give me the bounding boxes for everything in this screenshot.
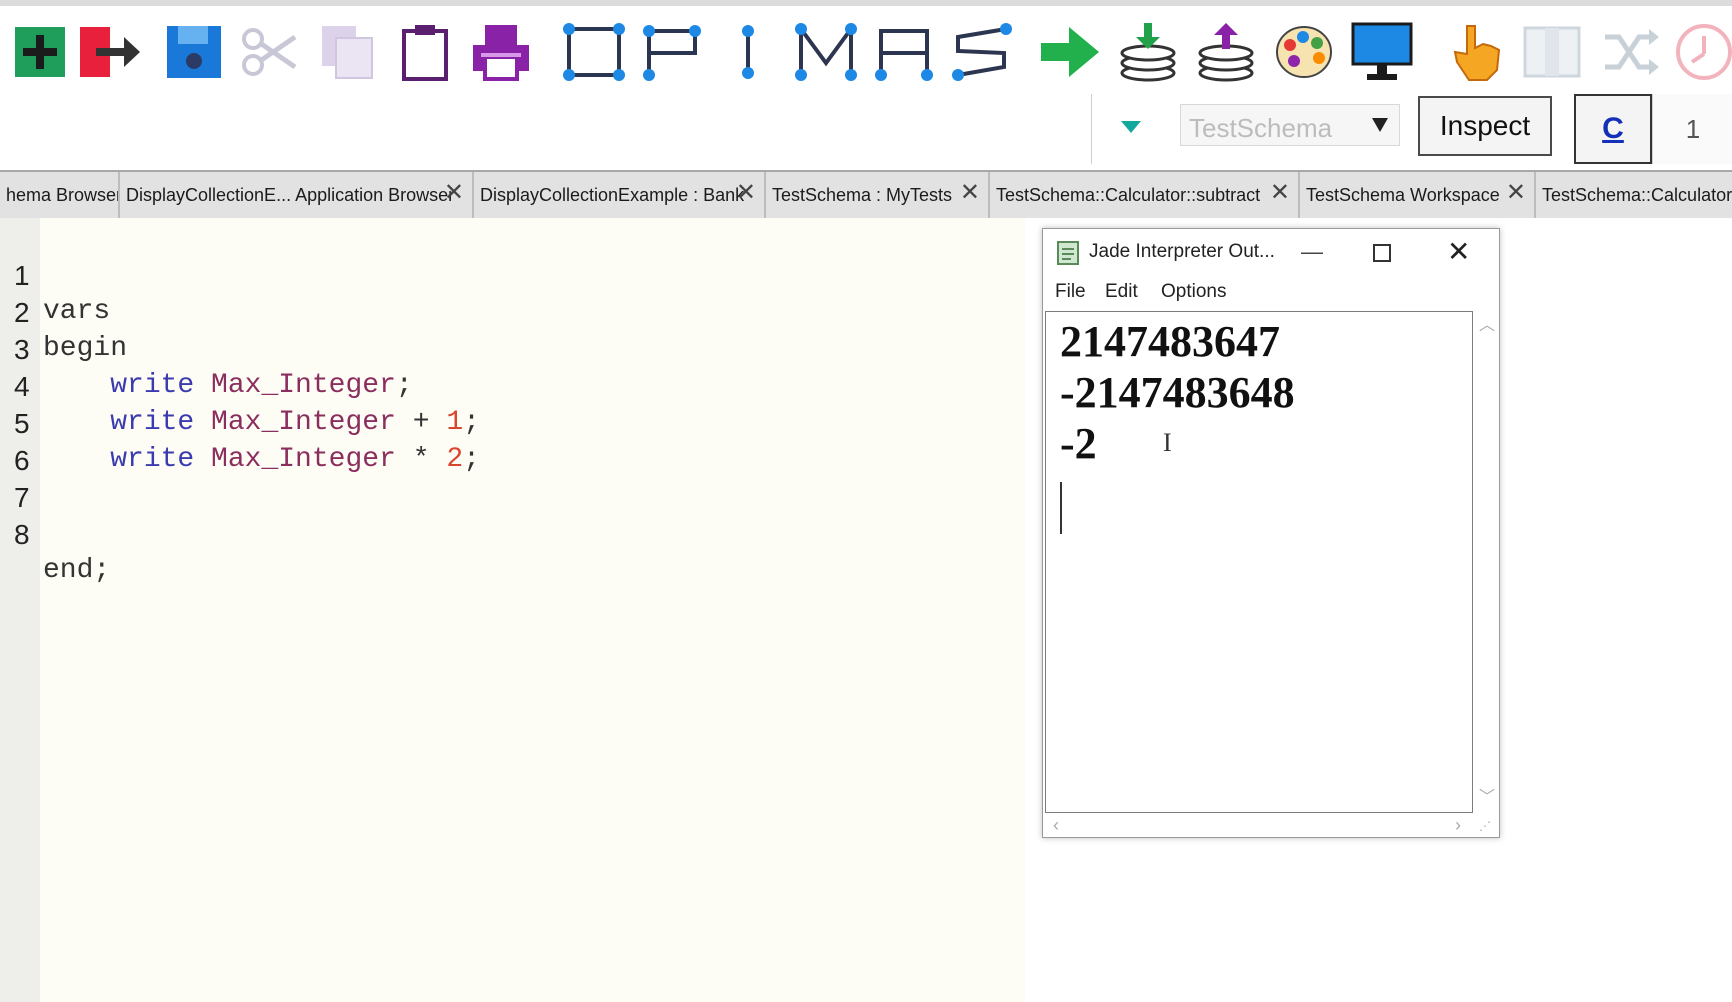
class-diagram-icon[interactable] (562, 20, 626, 84)
maximize-icon[interactable] (1373, 244, 1391, 262)
output-line: -2 (1060, 419, 1097, 468)
tab-mytests[interactable]: TestSchema : MyTests ✕ (766, 172, 990, 218)
teal-dropdown-icon[interactable] (1120, 120, 1142, 139)
output-line: -2147483648 (1060, 368, 1295, 417)
tab-label: TestSchema::Calculator::subtract (996, 184, 1261, 205)
shuffle-icon[interactable] (1598, 20, 1662, 84)
minimize-icon[interactable]: — (1301, 239, 1323, 265)
window-title: Jade Interpreter Out... (1089, 241, 1275, 262)
scroll-left-icon[interactable]: ‹ (1053, 815, 1059, 836)
code-line[interactable]: 5 write Max_Integer * 2; (0, 370, 1025, 475)
print-icon[interactable] (469, 20, 533, 84)
window-title-bar[interactable]: Jade Interpreter Out... — ✕ (1043, 229, 1499, 275)
upload-icon[interactable] (1194, 20, 1258, 84)
resize-grip-icon[interactable]: ⋰ (1479, 819, 1491, 833)
copy-icon[interactable] (316, 20, 380, 84)
close-icon[interactable]: ✕ (444, 178, 464, 207)
run-icon[interactable] (1038, 20, 1102, 84)
tab-label: DisplayCollectionE... Application Browse… (126, 184, 455, 205)
code-line[interactable]: 7 (0, 444, 1025, 513)
interpreter-output-window[interactable]: Jade Interpreter Out... — ✕ File Edit Op… (1042, 228, 1500, 838)
code-line[interactable]: 3 write Max_Integer; (0, 296, 1025, 401)
tab-label: hema Browser (6, 184, 120, 205)
scroll-down-icon[interactable]: ﹀ (1479, 783, 1495, 807)
m-tool-icon[interactable] (794, 20, 858, 84)
tab-label: TestSchema Workspace (1306, 184, 1500, 205)
tab-label: TestSchema : MyTests (772, 184, 953, 205)
close-icon[interactable]: ✕ (736, 178, 756, 207)
panel-icon[interactable] (1520, 20, 1584, 84)
cut-icon[interactable] (238, 20, 302, 84)
horizontal-scrollbar[interactable]: ‹ › (1045, 815, 1473, 837)
menu-options[interactable]: Options (1161, 281, 1226, 303)
close-icon[interactable]: ✕ (1270, 178, 1290, 207)
tab-calculator[interactable]: TestSchema::Calculator: (1536, 172, 1732, 218)
keyword: end; (43, 555, 111, 586)
s-tool-icon[interactable] (950, 20, 1014, 84)
secondary-toolbar: TestSchema Inspect C 1 (0, 94, 1732, 170)
save-icon[interactable] (162, 20, 226, 84)
monitor-icon[interactable] (1350, 20, 1414, 84)
code-line[interactable]: 4 write Max_Integer + 1; (0, 333, 1025, 438)
schema-select-value: TestSchema (1189, 113, 1333, 143)
toolbar-separator (1091, 94, 1092, 164)
tab-bank[interactable]: DisplayCollectionExample : Bank ✕ (474, 172, 766, 218)
output-text-area[interactable]: 2147483647 -2147483648 -2 I (1045, 311, 1473, 813)
exit-icon[interactable] (78, 20, 142, 84)
i-tool-icon[interactable] (716, 20, 780, 84)
history-icon[interactable] (1672, 20, 1732, 84)
tab-application-browser[interactable]: DisplayCollectionE... Application Browse… (120, 172, 474, 218)
new-icon[interactable] (8, 20, 72, 84)
pointer-hand-icon[interactable] (1444, 20, 1508, 84)
notepad-icon (1057, 241, 1079, 270)
close-icon[interactable]: ✕ (1506, 178, 1526, 207)
palette-icon[interactable] (1272, 20, 1336, 84)
code-text: end; (43, 553, 110, 589)
code-editor[interactable]: 1 vars 2 begin 3 write Max_Integer; 4 wr… (0, 218, 1025, 1002)
menu-file[interactable]: File (1055, 281, 1086, 303)
one-button[interactable]: 1 (1652, 94, 1732, 164)
tab-workspace[interactable]: TestSchema Workspace ✕ (1300, 172, 1536, 218)
paste-icon[interactable] (393, 20, 457, 84)
path-icon[interactable] (640, 20, 704, 84)
a-tool-icon[interactable] (872, 20, 936, 84)
vertical-scrollbar[interactable]: ︿ ﹀ (1475, 311, 1497, 813)
code-line[interactable]: 8 end; (0, 481, 1025, 586)
scroll-right-icon[interactable]: › (1455, 815, 1461, 836)
close-icon[interactable]: ✕ (960, 178, 980, 207)
text-caret (1060, 482, 1062, 534)
chevron-down-icon[interactable] (1371, 117, 1389, 138)
tab-label: DisplayCollectionExample : Bank (480, 184, 745, 205)
inspect-button[interactable]: Inspect (1418, 96, 1552, 156)
tab-label: TestSchema::Calculator: (1542, 184, 1732, 205)
line-number: 8 (14, 519, 30, 550)
menu-edit[interactable]: Edit (1105, 281, 1138, 303)
code-line[interactable]: 6 (0, 407, 1025, 476)
code-line[interactable]: 2 begin (0, 259, 1025, 364)
tab-calculator-subtract[interactable]: TestSchema::Calculator::subtract ✕ (990, 172, 1300, 218)
ibeam-cursor-icon: I (1163, 428, 1172, 457)
download-icon[interactable] (1116, 20, 1180, 84)
close-icon[interactable]: ✕ (1447, 235, 1470, 268)
window-menu-bar: File Edit Options (1043, 275, 1499, 309)
schema-select[interactable]: TestSchema (1180, 104, 1400, 146)
scroll-up-icon[interactable]: ︿ (1479, 311, 1495, 335)
c-button[interactable]: C (1574, 94, 1652, 164)
output-line: 2147483647 (1060, 317, 1280, 366)
tab-bar: hema Browser DisplayCollectionE... Appli… (0, 170, 1732, 218)
main-toolbar (0, 6, 1732, 94)
code-line[interactable]: 1 vars (0, 222, 1025, 327)
tab-schema-browser[interactable]: hema Browser (0, 172, 120, 218)
